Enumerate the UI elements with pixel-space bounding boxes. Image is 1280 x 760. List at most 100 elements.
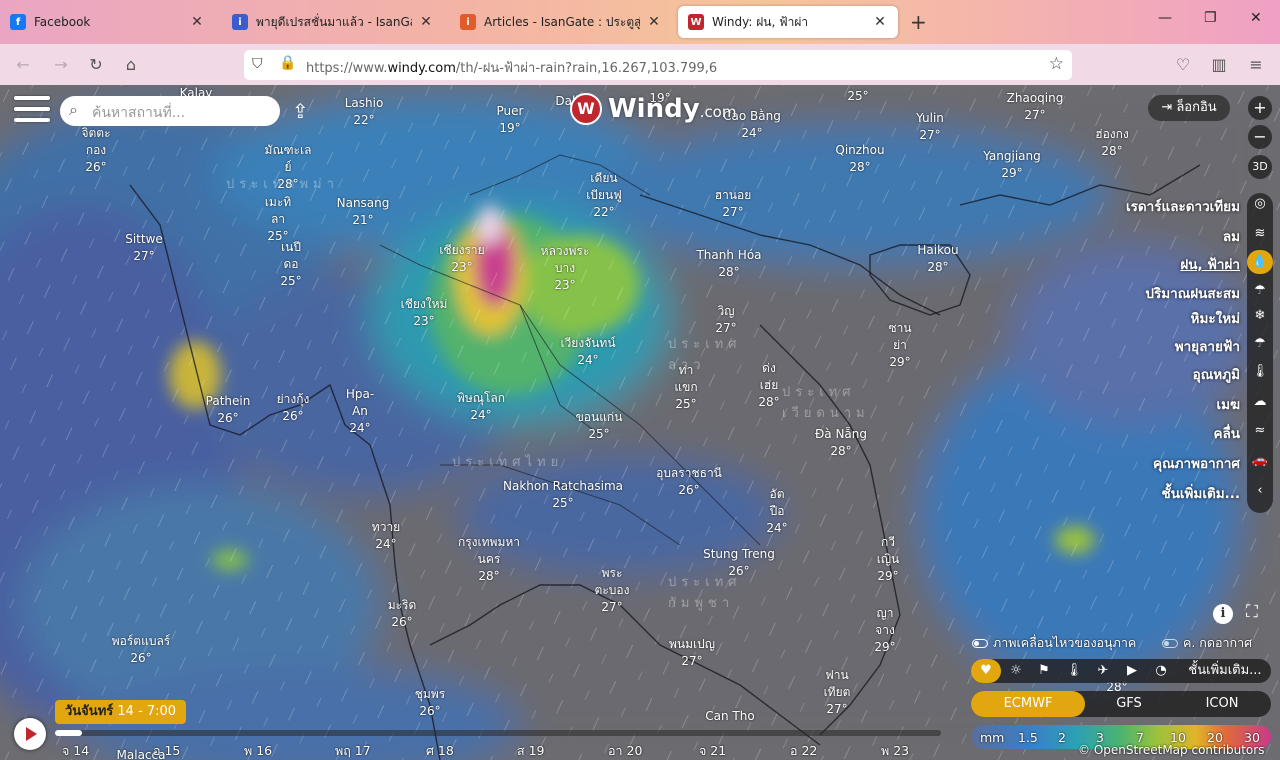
city-label[interactable]: เชียงใหม่ 23° <box>401 296 448 330</box>
zoom-in-button[interactable]: + <box>1248 96 1272 120</box>
city-label[interactable]: กรุงเทพมหา นคร 28° <box>458 534 520 585</box>
chevron-left-icon[interactable]: ‹ <box>1247 479 1273 503</box>
layer-label[interactable]: ปริมาณฝนสะสม <box>1145 282 1240 304</box>
city-label[interactable]: เนปี ดอ 25° <box>280 239 301 290</box>
pressure-toggle[interactable]: ค. กดอากาศ <box>1162 633 1252 653</box>
layer-label[interactable]: ชั้นเพิ่มเติม... <box>1162 482 1240 504</box>
tab-close-icon[interactable]: ✕ <box>872 14 888 30</box>
timeline-day-label[interactable]: อ 15 <box>153 741 180 760</box>
city-label[interactable]: กวี เญิน 29° <box>877 534 900 585</box>
timeline-track[interactable] <box>55 730 941 736</box>
tab-close-icon[interactable]: ✕ <box>646 14 662 30</box>
menu-icon[interactable]: ≡ <box>1245 54 1267 76</box>
city-label[interactable]: Can Tho <box>705 708 754 725</box>
minimize-button[interactable]: — <box>1158 10 1172 26</box>
city-label[interactable]: พิษณุโลก 24° <box>457 390 505 424</box>
city-label[interactable]: วิญ 27° <box>715 303 736 337</box>
browser-tab[interactable]: W Windy: ฝน, ฟ้าผ่า ✕ <box>678 6 898 38</box>
city-label[interactable]: พนมเปญ 27° <box>669 636 715 670</box>
model-option[interactable]: ICON <box>1165 691 1279 717</box>
forward-button[interactable]: → <box>50 54 72 76</box>
osm-attribution[interactable]: © OpenStreetMap contributors <box>1078 743 1264 757</box>
city-label[interactable]: จิตตะ กอง 26° <box>81 125 110 176</box>
city-label[interactable]: ญา จาง 29° <box>874 605 895 656</box>
flag-icon[interactable]: ⚑ <box>1034 659 1054 683</box>
thermometer-small-icon[interactable]: 🌡 <box>1064 659 1084 683</box>
sidebar-icon[interactable]: ▥ <box>1208 54 1230 76</box>
city-label[interactable]: Sittwe 27° <box>125 231 163 265</box>
new-tab-button[interactable]: + <box>910 10 927 34</box>
info-icon[interactable]: i <box>1213 604 1233 624</box>
layer-label[interactable]: เมฆ <box>1216 393 1240 415</box>
lock-icon[interactable]: 🔒 <box>279 55 296 71</box>
wind-icon[interactable]: ≋ <box>1247 222 1273 246</box>
city-label[interactable]: เดียน เบียนฟู 22° <box>586 170 621 221</box>
city-label[interactable]: อุบลราชธานี 26° <box>656 465 722 499</box>
pocket-icon[interactable]: ♡ <box>1172 54 1194 76</box>
timeline-day-label[interactable]: พ 16 <box>244 741 272 760</box>
airplane-icon[interactable]: ✈ <box>1093 659 1113 683</box>
layer-label[interactable]: คลื่น <box>1213 422 1240 444</box>
tab-close-icon[interactable]: ✕ <box>189 14 205 30</box>
browser-tab[interactable]: f Facebook ✕ <box>0 6 215 38</box>
city-label[interactable]: พอร์ตแบลร์ 26° <box>112 633 171 667</box>
city-label[interactable]: เมะทิ ลา 25° <box>265 194 291 245</box>
city-label[interactable]: ฟาน เทียต 27° <box>824 667 851 718</box>
city-label[interactable]: Qinzhou 28° <box>835 142 884 176</box>
url-bar[interactable]: ⛉ 🔒 https://www.windy.com/th/-ฝน-ฟ้าผ่า-… <box>244 50 1072 80</box>
windy-logo[interactable]: W Windy.com <box>570 93 736 125</box>
model-option[interactable]: ECMWF <box>971 691 1085 717</box>
car-icon[interactable]: 🚗 <box>1247 449 1273 473</box>
favorite-heart-icon[interactable]: ♥ <box>971 659 1001 683</box>
waves-icon[interactable]: ≈ <box>1247 419 1273 443</box>
close-window-button[interactable]: ✕ <box>1250 10 1262 26</box>
reload-button[interactable]: ↻ <box>85 54 107 76</box>
city-label[interactable]: ซาน ย่า 29° <box>888 320 911 371</box>
thermometer-icon[interactable]: 🌡 <box>1247 360 1273 384</box>
rain-cloud-icon[interactable]: ☂ <box>1247 279 1273 303</box>
timeline-day-label[interactable]: ศ 18 <box>426 741 454 760</box>
timeline-day-label[interactable]: อา 20 <box>608 741 642 760</box>
city-label[interactable]: ย่างกุ้ง 26° <box>277 391 310 425</box>
bookmark-star-icon[interactable]: ☆ <box>1049 54 1064 74</box>
layer-label[interactable]: หิมะใหม่ <box>1191 307 1240 329</box>
city-label[interactable]: อัต ปือ 24° <box>766 486 787 537</box>
timeline-day-label[interactable]: จ 21 <box>699 741 726 760</box>
city-label[interactable]: Pathein 26° <box>206 393 251 427</box>
webcam-icon[interactable]: ▶ <box>1122 659 1142 683</box>
city-label[interactable]: ทวาย 24° <box>372 519 400 553</box>
raindrop-icon[interactable]: 💧 <box>1247 250 1273 274</box>
city-label[interactable]: มะริด 26° <box>388 597 417 631</box>
city-label[interactable]: Lashio 22° <box>345 95 384 129</box>
back-button[interactable]: ← <box>12 54 34 76</box>
globe-icon[interactable]: ◎ <box>1247 192 1273 216</box>
overlay-more-button[interactable]: ชั้นเพิ่มเติม... <box>1180 659 1270 683</box>
layer-label[interactable]: ฝน, ฟ้าผ่า <box>1180 253 1240 275</box>
layer-label[interactable]: เรดาร์และดาวเทียม <box>1126 195 1240 217</box>
city-label[interactable]: ด่ง เฮ่ย 28° <box>758 360 779 411</box>
city-label[interactable]: Yulin 27° <box>916 110 944 144</box>
zoom-out-button[interactable]: − <box>1248 125 1272 149</box>
city-label[interactable]: ชุมพร 26° <box>415 686 445 720</box>
weather-map[interactable]: ประเทศพม่า ประเทศลาว ประเทศเวียดนาม ประเ… <box>0 85 1280 760</box>
city-label[interactable]: Đà Nẵng 28° <box>815 426 867 460</box>
timeline-day-label[interactable]: ส 19 <box>517 741 545 760</box>
city-label[interactable]: พระ ตะบอง 27° <box>595 565 630 616</box>
main-menu-button[interactable] <box>14 96 50 126</box>
timeline-day-label[interactable]: พ 23 <box>881 741 909 760</box>
city-label[interactable]: ขอนแก่น 25° <box>576 409 623 443</box>
layer-label[interactable]: คุณภาพอากาศ <box>1153 452 1240 474</box>
city-label[interactable]: Haikou 28° <box>917 242 958 276</box>
layer-label[interactable]: ลม <box>1223 225 1240 247</box>
share-icon[interactable]: ⇪ <box>292 99 309 123</box>
city-label[interactable]: มัณฑะเล ย์ 28° <box>265 142 312 193</box>
login-button[interactable]: ⇥ ล็อกอิน <box>1148 95 1230 121</box>
play-button[interactable] <box>14 718 46 750</box>
tab-close-icon[interactable]: ✕ <box>418 14 434 30</box>
city-label[interactable]: Nakhon Ratchasima 25° <box>503 478 623 512</box>
city-label[interactable]: เชียงราย 23° <box>439 242 484 276</box>
city-label[interactable]: ฮานอย 27° <box>715 187 752 221</box>
search-input[interactable]: ⌕ ค้นหาสถานที่... <box>60 96 280 126</box>
city-label[interactable]: Yangjiang 29° <box>983 148 1041 182</box>
layer-label[interactable]: อุณหภูมิ <box>1193 363 1240 385</box>
